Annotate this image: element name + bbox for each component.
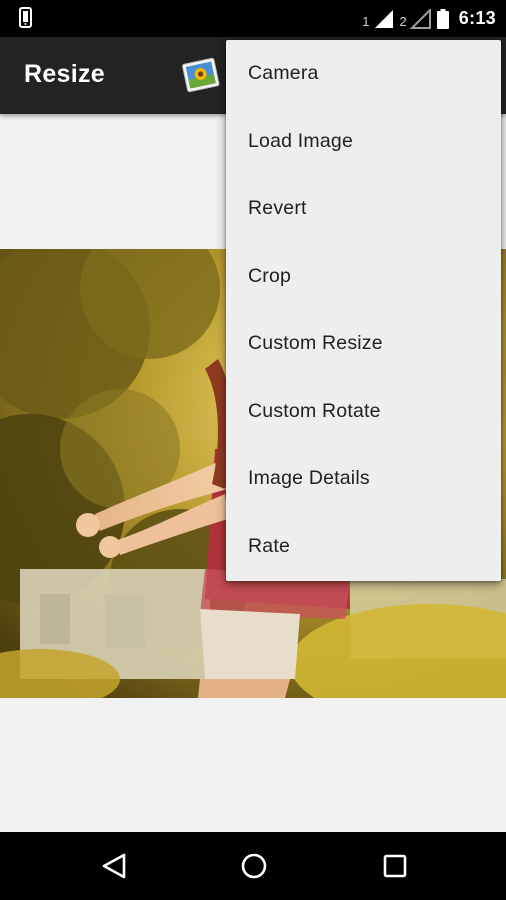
menu-item-rate[interactable]: Rate [226, 513, 501, 581]
menu-item-image-details[interactable]: Image Details [226, 445, 501, 513]
navigation-bar [0, 832, 506, 900]
menu-item-crop[interactable]: Crop [226, 243, 501, 311]
back-icon[interactable] [96, 848, 132, 884]
menu-item-custom-rotate[interactable]: Custom Rotate [226, 378, 501, 446]
app-title: Resize [24, 60, 106, 88]
menu-item-custom-resize[interactable]: Custom Resize [226, 310, 501, 378]
menu-item-revert[interactable]: Revert [226, 175, 501, 243]
overflow-menu: Camera Load Image Revert Crop Custom Res… [226, 40, 501, 581]
status-time: 6:13 [458, 8, 496, 28]
gallery-icon[interactable] [178, 53, 224, 99]
signal-sim1-icon: 1 [362, 9, 393, 29]
home-icon[interactable] [236, 848, 272, 884]
phone-notification-icon [18, 7, 34, 29]
battery-icon [436, 8, 449, 29]
status-bar: 1 2 6:13 [0, 0, 506, 37]
menu-item-camera[interactable]: Camera [226, 40, 501, 108]
screen: 1 2 6:13 Resize Camera Load Image Revert… [0, 0, 506, 900]
signal-sim2-icon: 2 [399, 8, 431, 29]
recents-icon[interactable] [377, 848, 413, 884]
menu-item-load-image[interactable]: Load Image [226, 108, 501, 176]
sim2-label: 2 [399, 13, 407, 29]
sim1-label: 1 [362, 13, 370, 29]
